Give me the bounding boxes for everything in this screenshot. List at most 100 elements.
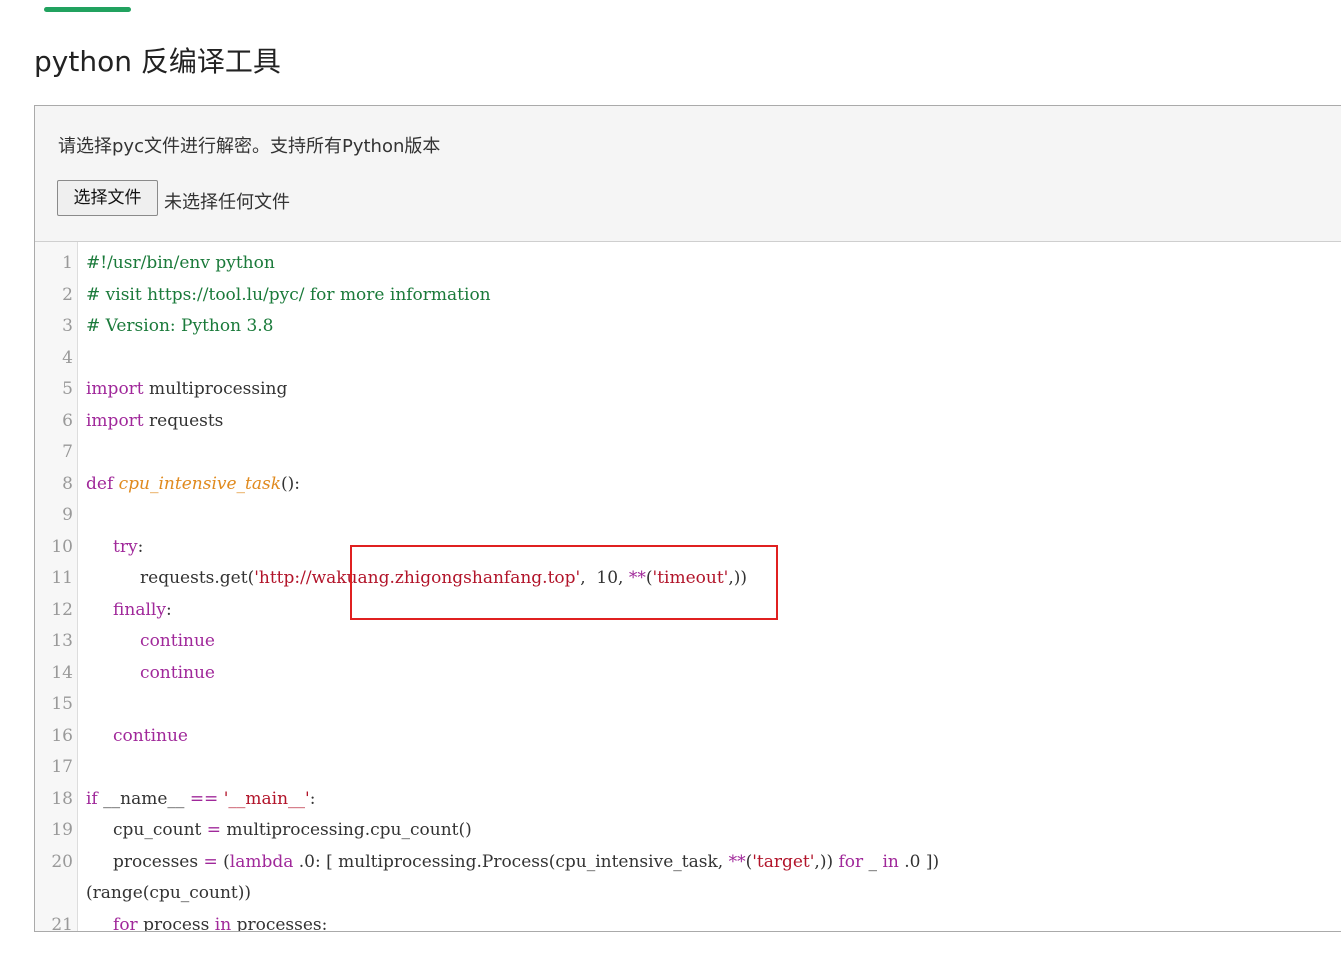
line-number: 10: [35, 531, 73, 563]
code-line: 4: [35, 342, 1335, 374]
line-number: 17: [35, 752, 73, 783]
code-text: (range(cpu_count)): [86, 878, 251, 909]
code-token: (: [645, 568, 653, 588]
code-token: :: [137, 536, 144, 557]
code-text: def cpu_intensive_task():: [86, 469, 300, 500]
code-text: # visit https://tool.lu/pyc/ for more in…: [86, 280, 491, 311]
code-line: 13 continue: [35, 626, 1335, 657]
code-token: ():: [281, 473, 301, 494]
code-token: try: [113, 536, 138, 557]
code-token: requests: [143, 410, 224, 431]
code-token: finally: [113, 599, 166, 620]
code-token: __name__: [97, 788, 190, 809]
line-number: 1: [35, 248, 73, 279]
code-text: continue: [86, 626, 215, 657]
code-token: '__main__': [223, 788, 310, 809]
code-line: 6 import requests: [35, 405, 1335, 437]
line-number: 21: [35, 909, 73, 931]
code-line: 8 def cpu_intensive_task():: [35, 468, 1335, 500]
code-line: 16 continue: [35, 720, 1335, 752]
code-token: 'timeout': [652, 568, 729, 588]
code-line: 11 requests.get('http://wakuang.zhigongs…: [35, 563, 1335, 594]
code-line: 2 # visit https://tool.lu/pyc/ for more i…: [35, 279, 1335, 311]
line-number: 3: [35, 311, 73, 342]
code-token: # visit https://tool.lu/pyc/ for more in…: [86, 284, 491, 305]
code-token: continue: [113, 725, 188, 746]
line-number: 7: [35, 437, 73, 468]
code-editor[interactable]: 1 #!/usr/bin/env python 2 # visit https://t…: [35, 242, 1341, 931]
code-token: _: [863, 851, 883, 872]
code-token: 'http://wakuang.zhigongshanfang.top': [254, 568, 581, 588]
line-number: 13: [35, 626, 73, 657]
code-token: processes:: [231, 914, 328, 932]
line-number: 2: [35, 279, 73, 311]
code-token: ==: [189, 788, 219, 809]
code-token: :: [309, 788, 316, 809]
code-text: processes = (lambda .0: [ multiprocessin…: [86, 847, 939, 878]
line-number: 8: [35, 468, 73, 500]
code-text: #!/usr/bin/env python: [86, 248, 275, 279]
code-token: continue: [140, 631, 215, 651]
line-number: 18: [35, 783, 73, 815]
code-line: 1 #!/usr/bin/env python: [35, 248, 1335, 279]
code-token: requests.get(: [86, 568, 255, 588]
line-number: 5: [35, 374, 73, 405]
code-text: cpu_count = multiprocessing.cpu_count(): [86, 815, 472, 846]
code-token: for: [838, 851, 864, 872]
code-text: import requests: [86, 406, 223, 437]
line-number: 11: [35, 563, 73, 594]
code-line: 12 finally:: [35, 594, 1335, 626]
code-token: .0: [ multiprocessing.Process(cpu_intens…: [293, 851, 729, 872]
code-line: 3 # Version: Python 3.8: [35, 311, 1335, 342]
line-number: 20: [35, 846, 73, 878]
code-text: # Version: Python 3.8: [86, 311, 273, 342]
code-token: def: [86, 473, 119, 494]
code-line: 18 if __name__ == '__main__':: [35, 783, 1335, 815]
code-token: if: [86, 788, 98, 809]
choose-file-button[interactable]: 选择文件: [57, 180, 158, 216]
code-line: 17: [35, 752, 1335, 783]
code-line: 14 continue: [35, 657, 1335, 689]
code-text: continue: [86, 721, 188, 752]
code-line: 5 import multiprocessing: [35, 374, 1335, 405]
code-text: import multiprocessing: [86, 374, 287, 405]
code-token: lambda: [229, 851, 294, 872]
code-token: for: [113, 914, 138, 932]
line-number: 4: [35, 342, 73, 374]
code-token: #!/usr/bin/env python: [86, 253, 275, 273]
file-status-text: 未选择任何文件: [164, 192, 290, 213]
code-text: finally:: [86, 595, 172, 626]
code-token: cpu_count: [86, 820, 207, 840]
code-line: 20 processes = (lambda .0: [ multiproces…: [35, 846, 1335, 878]
code-token: =: [206, 820, 222, 840]
code-line: 10 try:: [35, 531, 1335, 563]
code-token: processes: [86, 851, 204, 872]
code-token: cpu_intensive_task: [118, 473, 282, 494]
code-token: .0 ]): [898, 851, 940, 872]
code-token: (range(cpu_count)): [86, 883, 252, 903]
code-line: 15: [35, 689, 1335, 720]
code-text: if __name__ == '__main__':: [86, 784, 315, 815]
page-title: python 反编译工具: [34, 45, 281, 78]
code-token: import: [86, 410, 144, 431]
line-number: 16: [35, 720, 73, 752]
line-number: 9: [35, 500, 73, 531]
code-token: ,)): [814, 851, 839, 872]
code-line: 7: [35, 437, 1335, 468]
header-accent-bar: [44, 7, 131, 12]
code-line: (range(cpu_count)): [35, 878, 1335, 909]
decompiler-panel: 请选择pyc文件进行解密。支持所有Python版本 选择文件 未选择任何文件 1…: [34, 105, 1341, 932]
code-token: **: [728, 851, 746, 872]
code-token: :: [165, 599, 172, 620]
code-token: (: [217, 851, 230, 872]
line-number: 14: [35, 657, 73, 689]
code-token: multiprocessing.cpu_count(): [221, 820, 472, 840]
code-token: # Version: Python 3.8: [86, 316, 274, 336]
code-text: try:: [86, 532, 143, 563]
